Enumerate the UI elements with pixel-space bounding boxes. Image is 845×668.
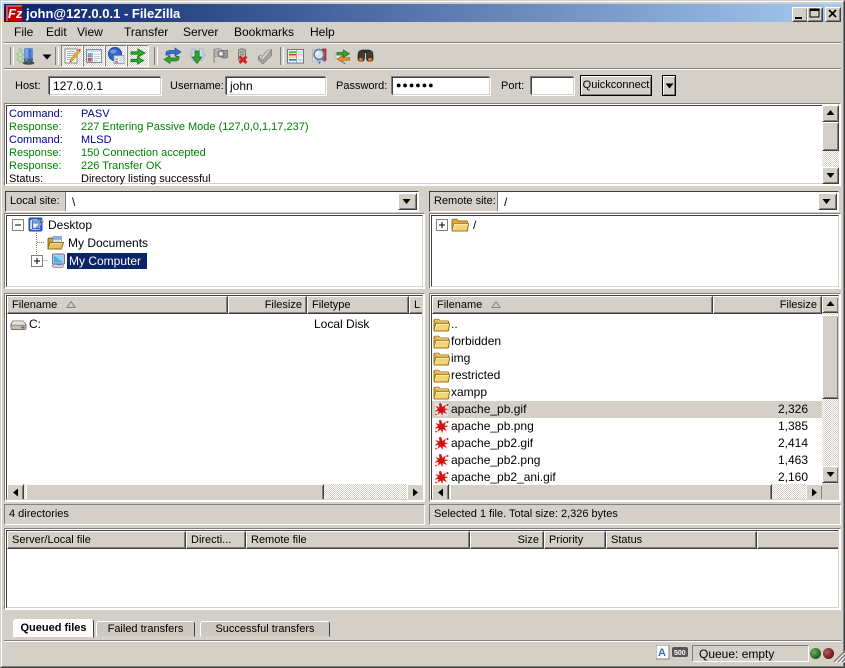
svg-text:500: 500 <box>674 650 686 657</box>
svg-text:A: A <box>658 647 666 659</box>
svg-text:Fz: Fz <box>8 6 22 21</box>
